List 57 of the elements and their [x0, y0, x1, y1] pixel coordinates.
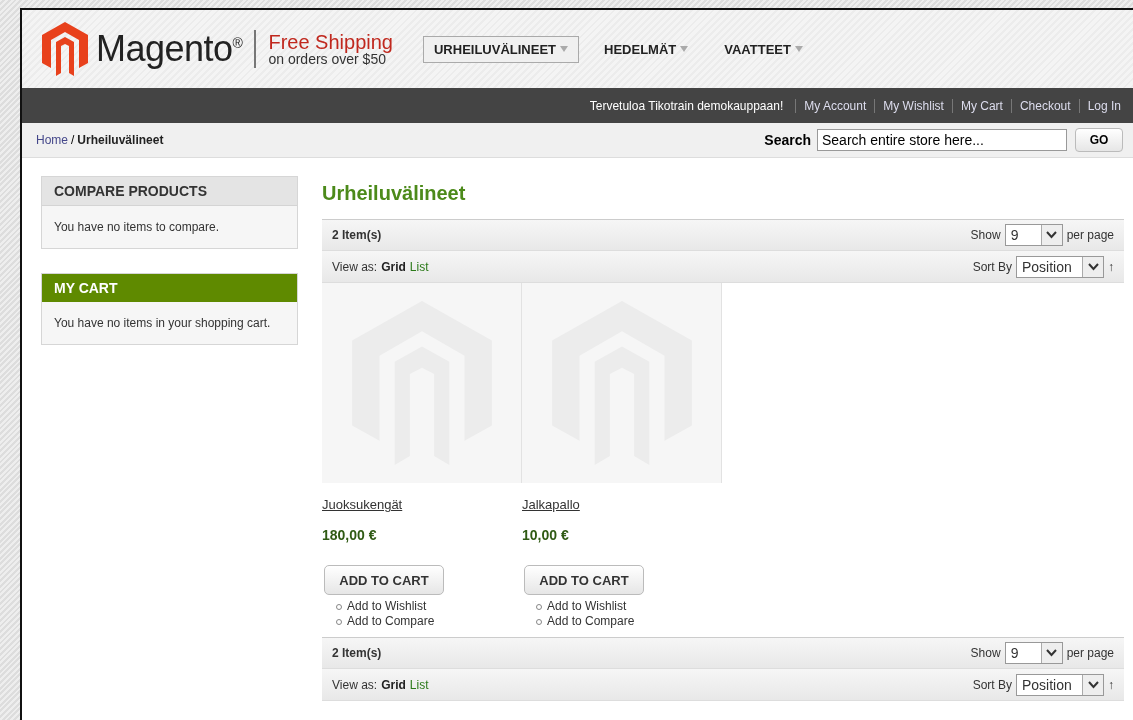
block-title: COMPARE PRODUCTS [42, 177, 297, 206]
product-link[interactable]: Add to Compare [347, 614, 435, 629]
per-page-label: per page [1066, 646, 1114, 660]
view-mode-link[interactable]: Grid [381, 259, 406, 274]
sort-label: Sort By [972, 677, 1012, 692]
logo-text[interactable]: Magento$^{®}$ [96, 28, 243, 70]
logo-icon [42, 22, 88, 76]
view-mode-link[interactable]: List [409, 259, 429, 274]
promo-subtitle: on orders over $50 [268, 52, 386, 66]
search-label: Search [764, 132, 811, 148]
add-to-cart-button[interactable]: ADD TO CART [524, 565, 644, 595]
breadcrumb-separator: / [71, 133, 75, 147]
product-link[interactable]: Add to Wishlist [347, 599, 427, 614]
block-message: You have no items in your shopping cart. [53, 315, 272, 332]
block-title: MY CART [42, 274, 297, 302]
item-count: 2 Item(s) [332, 646, 382, 660]
header-link[interactable]: Log In [1078, 98, 1129, 113]
product-name[interactable]: Jalkapallo [522, 497, 580, 512]
nav-tab[interactable]: VAATTEET [713, 35, 814, 63]
show-label: Show [970, 646, 1001, 660]
view-mode-link[interactable]: Grid [381, 677, 406, 692]
nav-tab[interactable]: HEDELMÄT [593, 35, 700, 63]
per-page-label: per page [1066, 228, 1114, 242]
nav-tab[interactable]: URHEILUVÄLINEET [422, 35, 580, 63]
sort-direction-link[interactable]: ↑ [1108, 677, 1114, 692]
product-price: 180,00 € [322, 527, 378, 543]
promo-title: Free Shipping [268, 32, 393, 52]
view-label: View as: [332, 259, 378, 274]
per-page-select[interactable]: 9 [1004, 224, 1063, 246]
caret-icon [794, 46, 803, 52]
go-button[interactable]: GO [1075, 128, 1123, 152]
product-link[interactable]: Add to Compare [547, 614, 635, 629]
add-to-cart-button[interactable]: ADD TO CART [324, 565, 444, 595]
block-message: You have no items to compare. [53, 219, 220, 236]
breadcrumb-link[interactable]: Home [36, 133, 68, 147]
per-page-select[interactable]: 9 [1004, 642, 1063, 664]
breadcrumb-current: Urheiluvälineet [77, 133, 164, 147]
search-field[interactable]: Search entire store here... [817, 129, 1067, 151]
category-title: Urheiluvälineet [322, 182, 467, 205]
header-link[interactable]: My Account [795, 98, 875, 113]
product-link[interactable]: Add to Wishlist [547, 599, 627, 614]
header-link[interactable]: My Cart [951, 98, 1011, 113]
product-price: 10,00 € [522, 527, 570, 543]
welcome-text: Tervetuloa Tikotrain demokauppaan! [589, 98, 784, 113]
show-label: Show [970, 228, 1001, 242]
header-link[interactable]: Checkout [1010, 98, 1079, 113]
header-link[interactable]: My Wishlist [874, 98, 952, 113]
view-mode-link[interactable]: List [409, 677, 429, 692]
sort-label: Sort By [972, 259, 1012, 274]
caret-icon [560, 46, 569, 52]
sort-direction-link[interactable]: ↑ [1108, 259, 1114, 274]
sort-select[interactable]: Position [1016, 673, 1104, 696]
product-name[interactable]: Juoksukengät [322, 497, 403, 512]
view-label: View as: [332, 677, 378, 692]
item-count: 2 Item(s) [332, 228, 382, 242]
sort-select[interactable]: Position [1016, 255, 1104, 278]
caret-icon [680, 46, 689, 52]
